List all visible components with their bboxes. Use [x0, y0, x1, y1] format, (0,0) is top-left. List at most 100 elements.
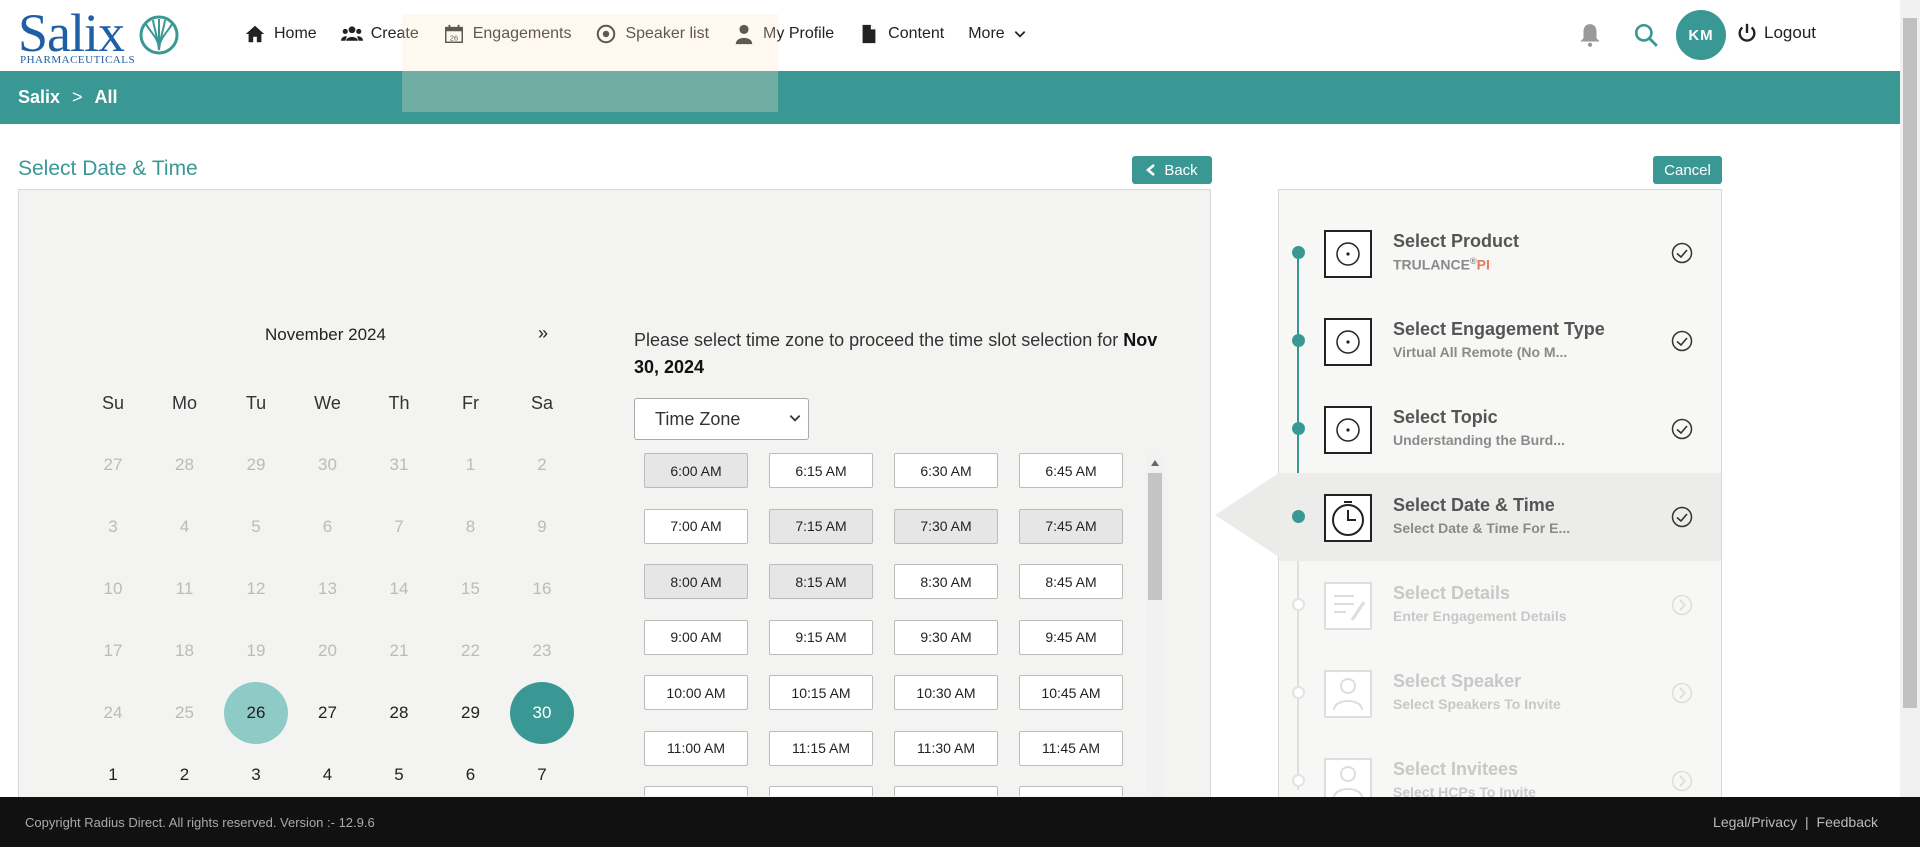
- time-slot-button[interactable]: 7:00 AM: [644, 508, 748, 544]
- time-slot-button[interactable]: [769, 786, 873, 796]
- calendar-day[interactable]: 5: [366, 750, 432, 800]
- step-subtitle-text: Select HCPs To Invite: [1393, 784, 1536, 797]
- back-button[interactable]: Back: [1132, 156, 1212, 184]
- time-slot-button[interactable]: 9:45 AM: [1019, 619, 1123, 655]
- cancel-button[interactable]: Cancel: [1653, 156, 1722, 184]
- page-scrollbar-thumb[interactable]: [1903, 18, 1917, 708]
- time-slot-button[interactable]: 11:15 AM: [769, 730, 873, 766]
- calendar-day[interactable]: 2: [152, 750, 218, 800]
- timezone-select-value: Time Zone: [655, 408, 741, 429]
- calendar-day[interactable]: 29: [438, 688, 504, 738]
- nav-home[interactable]: Home: [244, 23, 317, 45]
- calendar-day-number: 13: [318, 579, 337, 598]
- wizard-step[interactable]: Select Invitees Select HCPs To Invite: [1279, 737, 1721, 797]
- time-slot-button[interactable]: 10:30 AM: [894, 675, 998, 710]
- time-slot-button[interactable]: 8:45 AM: [1019, 564, 1123, 599]
- calendar-day[interactable]: 6: [438, 750, 504, 800]
- time-slot-button[interactable]: 9:30 AM: [894, 619, 998, 655]
- time-slot-button[interactable]: 10:00 AM: [644, 675, 748, 710]
- wizard-step[interactable]: Select Speaker Select Speakers To Invite: [1279, 649, 1721, 737]
- calendar-day[interactable]: 7: [509, 750, 575, 800]
- step-title: Select Details: [1393, 583, 1511, 603]
- scroll-up-arrow-icon[interactable]: [1151, 460, 1159, 466]
- breadcrumb: Salix > All: [0, 71, 1900, 124]
- calendar-day-number: 19: [246, 641, 266, 660]
- bell-icon[interactable]: [1577, 22, 1603, 48]
- weekday-header: Tu: [245, 392, 267, 413]
- calendar-day-today[interactable]: 26: [223, 682, 289, 744]
- legal-privacy-link[interactable]: Legal/Privacy: [1713, 814, 1797, 830]
- calendar-day: 20: [295, 626, 361, 676]
- time-slot-scrollbar-thumb[interactable]: [1148, 473, 1162, 600]
- calendar-next-month[interactable]: »: [538, 323, 548, 344]
- home-icon: [245, 25, 265, 43]
- time-slot-button[interactable]: 11:30 AM: [894, 730, 998, 766]
- calendar-day[interactable]: 28: [366, 688, 432, 738]
- back-button-label: Back: [1164, 161, 1198, 179]
- check-circle-icon: [1671, 242, 1693, 264]
- time-slot-button[interactable]: 6:30 AM: [894, 453, 998, 488]
- time-slot-button: 7:45 AM: [1019, 508, 1123, 544]
- wizard-step[interactable]: Select Date & Time Select Date & Time For…: [1279, 473, 1721, 561]
- calendar-day-number: 5: [251, 517, 261, 536]
- calendar-day-selected[interactable]: 30: [509, 682, 575, 744]
- registered-mark: ®: [1470, 256, 1477, 266]
- calendar-day[interactable]: 3: [223, 750, 289, 800]
- pi-link[interactable]: PI: [1477, 257, 1490, 273]
- step-subtitle: Select Speakers To Invite: [1393, 696, 1561, 712]
- time-slot-button[interactable]: 9:15 AM: [769, 619, 873, 655]
- calendar-day-number: 18: [175, 641, 194, 660]
- time-slot-button[interactable]: [894, 786, 998, 796]
- calendar-day-number: 11: [175, 579, 194, 598]
- calendar-day[interactable]: 27: [295, 688, 361, 738]
- time-slot-button[interactable]: 8:30 AM: [894, 564, 998, 599]
- check-circle-icon: [1671, 506, 1693, 528]
- step-subtitle: Understanding the Burd...: [1393, 432, 1565, 448]
- chevron-down-icon: [1014, 31, 1025, 38]
- breadcrumb-root[interactable]: Salix: [18, 87, 60, 108]
- calendar-day-number: 9: [537, 517, 547, 536]
- time-slot-button[interactable]: 6:45 AM: [1019, 453, 1123, 488]
- calendar-day: 14: [366, 564, 432, 614]
- time-slot-button[interactable]: 11:45 AM: [1019, 730, 1123, 766]
- chevron-circle-icon: [1671, 770, 1693, 792]
- invitees-icon: [1324, 758, 1372, 797]
- time-slot-button: 7:15 AM: [769, 508, 873, 544]
- calendar-day: 1: [438, 440, 504, 490]
- calendar-day-number: 22: [461, 641, 480, 660]
- nav-content[interactable]: Content: [858, 23, 944, 45]
- avatar[interactable]: KM: [1676, 10, 1726, 60]
- calendar-day-number: 25: [175, 703, 194, 722]
- nav-more[interactable]: More: [968, 25, 1026, 43]
- target-box-icon: [1324, 230, 1372, 278]
- time-slot-button[interactable]: 10:15 AM: [769, 675, 873, 710]
- wizard-step[interactable]: Select Product TRULANCE®PI: [1279, 209, 1721, 297]
- time-slot-button[interactable]: 11:00 AM: [644, 730, 748, 766]
- logout-button[interactable]: Logout: [1736, 22, 1816, 44]
- calendar-day[interactable]: 4: [295, 750, 361, 800]
- search-icon[interactable]: [1633, 22, 1659, 48]
- wizard-step[interactable]: Select Topic Understanding the Burd...: [1279, 385, 1721, 473]
- time-slot-button[interactable]: 9:00 AM: [644, 619, 748, 655]
- salix-logo[interactable]: Salix PHARMACEUTICALS: [18, 3, 188, 66]
- time-slot-button[interactable]: [644, 786, 748, 796]
- calendar-day-number: 24: [103, 703, 123, 722]
- feedback-link[interactable]: Feedback: [1817, 814, 1878, 830]
- calendar-day: 29: [223, 440, 289, 490]
- calendar-day: 18: [152, 626, 218, 676]
- time-slot-button[interactable]: 10:45 AM: [1019, 675, 1123, 710]
- time-slot-button: 6:00 AM: [644, 453, 748, 488]
- time-slot-button[interactable]: 6:15 AM: [769, 453, 873, 488]
- wizard-step[interactable]: Select Engagement Type Virtual All Remote…: [1279, 297, 1721, 385]
- time-slot-button[interactable]: [1019, 786, 1123, 796]
- calendar-day-number: 10: [103, 579, 123, 598]
- calendar-day-number: 12: [246, 579, 266, 598]
- calendar-day[interactable]: 1: [80, 750, 146, 800]
- time-slot-scrollbar[interactable]: [1146, 455, 1164, 800]
- time-slot-list: 6:00 AM 6:15 AM 6:30 AM 6:45 AM 7:00 AM 7:15 …: [634, 451, 1164, 796]
- wizard-step[interactable]: Select Details Enter Engagement Details: [1279, 561, 1721, 649]
- calendar-day: 11: [152, 564, 218, 614]
- target-box-icon: [1324, 406, 1372, 454]
- step-title: Select Invitees: [1393, 759, 1519, 779]
- timezone-select[interactable]: Time Zone: [634, 398, 809, 440]
